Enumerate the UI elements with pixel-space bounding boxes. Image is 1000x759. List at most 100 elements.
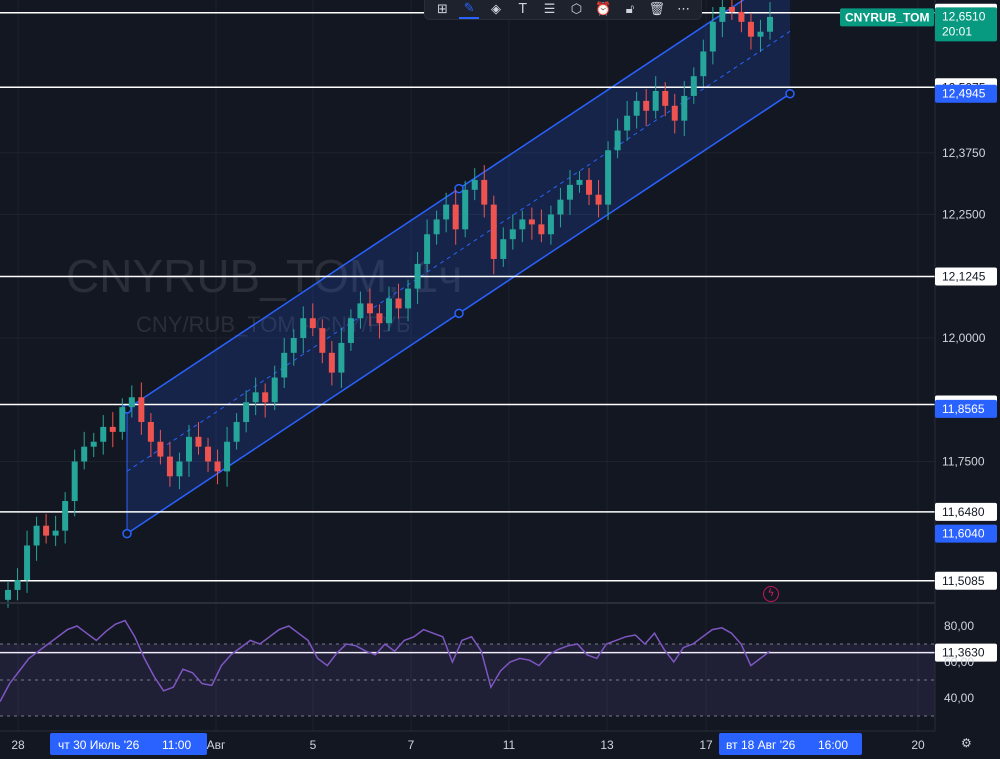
- range-start-label: чт 30 Июль '26: [58, 738, 140, 752]
- rsi-tick-label: 60,00: [944, 655, 974, 669]
- candle-body: [405, 288, 412, 309]
- channel-price-label: 11,8565: [942, 402, 985, 416]
- time-tick-label: 28: [11, 738, 25, 752]
- candle-body: [100, 426, 107, 442]
- lines-icon[interactable]: ☰: [540, 1, 560, 19]
- candle-body: [90, 441, 97, 447]
- candle-body: [319, 328, 326, 353]
- candle-body: [347, 318, 354, 343]
- candle-body: [519, 219, 526, 230]
- chart-canvas[interactable]: CNYRUB_TOM, 1ч CNY/RUB_TOM - CNY/РУБ 12,…: [0, 0, 1000, 759]
- channel-handle[interactable]: [454, 183, 464, 194]
- candle-body: [681, 95, 688, 121]
- candle-body: [471, 179, 478, 190]
- candle-body: [328, 352, 335, 373]
- candle-body: [205, 446, 212, 462]
- candle-body: [147, 421, 154, 442]
- candle-body: [757, 31, 764, 37]
- rsi-tick-label: 80,00: [944, 619, 974, 633]
- candle-body: [747, 21, 754, 37]
- candle-body: [71, 461, 78, 502]
- candle-body: [395, 298, 402, 309]
- countdown-label: 20:01: [942, 24, 972, 38]
- candle-body: [738, 11, 745, 22]
- candle-body: [767, 16, 773, 32]
- candle-body: [119, 407, 126, 432]
- candle-body: [595, 194, 602, 205]
- candle-body: [338, 342, 345, 373]
- candle-body: [690, 76, 697, 96]
- candle-body: [671, 105, 678, 121]
- candle-body: [700, 51, 707, 77]
- gear-icon[interactable]: ⚙: [961, 736, 972, 750]
- candle-body: [452, 204, 459, 230]
- channel-price-label: 12,4945: [942, 87, 986, 101]
- candle-body: [128, 397, 135, 408]
- candle-body: [462, 189, 469, 230]
- range-end-label: вт 18 Авг '26: [726, 738, 796, 752]
- last-price-label: 12,6510: [942, 9, 986, 23]
- time-tick-label: 17: [699, 738, 713, 752]
- drawing-toolbar: ⊞ ✎ ◈ T ☰ ⬡ ⏰ 🔓︎ 🗑︎ ⋯: [424, 0, 702, 20]
- channel-handle[interactable]: [122, 528, 132, 539]
- pencil-icon[interactable]: ✎: [459, 1, 480, 19]
- candle-body: [557, 199, 564, 215]
- more-icon[interactable]: ⋯: [674, 1, 694, 19]
- candle-body: [538, 224, 545, 235]
- candle-body: [271, 377, 278, 403]
- price-tick-label: 12,3750: [942, 146, 986, 160]
- candle-body: [252, 392, 259, 403]
- candle-body: [366, 303, 373, 314]
- candle-body: [176, 461, 183, 477]
- text-style-icon[interactable]: T: [513, 1, 533, 19]
- candle-body: [547, 214, 554, 235]
- candle-body: [262, 392, 269, 403]
- candle-body: [586, 179, 593, 195]
- lock-icon[interactable]: 🔓︎: [620, 1, 640, 19]
- candle-body: [43, 525, 50, 536]
- candle-body: [300, 318, 307, 338]
- settings-hex-icon[interactable]: ⬡: [566, 1, 586, 19]
- candle-body: [309, 318, 316, 329]
- time-tick-label: 7: [408, 738, 415, 752]
- candle-body: [224, 441, 231, 472]
- candle-body: [185, 436, 192, 462]
- symbol-label-name: CNYRUB_TOM: [845, 10, 929, 24]
- time-tick-label: Авг: [207, 738, 226, 752]
- candle-body: [138, 397, 145, 422]
- candle-body: [157, 441, 164, 457]
- candle-body: [5, 589, 11, 600]
- candle-body: [614, 130, 621, 151]
- price-line-label: 12,1245: [942, 269, 986, 283]
- channel-handle[interactable]: [454, 308, 464, 319]
- channel-handle[interactable]: [785, 88, 795, 99]
- candle-body: [576, 179, 583, 185]
- fill-icon[interactable]: ◈: [486, 1, 506, 19]
- price-tick-label: 11,7500: [942, 455, 985, 469]
- candle-body: [624, 115, 631, 131]
- candle-body: [566, 184, 573, 200]
- candle-body: [662, 91, 669, 106]
- rsi-axis: 80,00 60,00 40,00: [944, 619, 974, 705]
- event-bolt-icon[interactable]: ϟ: [763, 586, 779, 602]
- candle-body: [500, 239, 507, 259]
- candle-body: [424, 234, 431, 264]
- candle-body: [81, 446, 88, 462]
- trash-icon[interactable]: 🗑︎: [647, 1, 667, 19]
- price-tick-label: 12,0000: [942, 331, 986, 345]
- candle-body: [357, 303, 364, 319]
- range-start-time: 11:00: [162, 738, 191, 752]
- candle-body: [709, 21, 716, 52]
- template-icon[interactable]: ⊞: [432, 1, 452, 19]
- rsi-tick-label: 40,00: [944, 691, 974, 705]
- price-line-label: 11,5085: [942, 574, 985, 588]
- time-tick-label: 20: [911, 738, 925, 752]
- candle-body: [233, 421, 240, 442]
- candle-body: [481, 179, 488, 205]
- alert-icon[interactable]: ⏰: [593, 1, 613, 19]
- candle-body: [490, 204, 497, 259]
- candle-body: [633, 100, 640, 116]
- candle-body: [62, 501, 69, 531]
- candle-body: [52, 530, 59, 536]
- candle-body: [281, 352, 288, 378]
